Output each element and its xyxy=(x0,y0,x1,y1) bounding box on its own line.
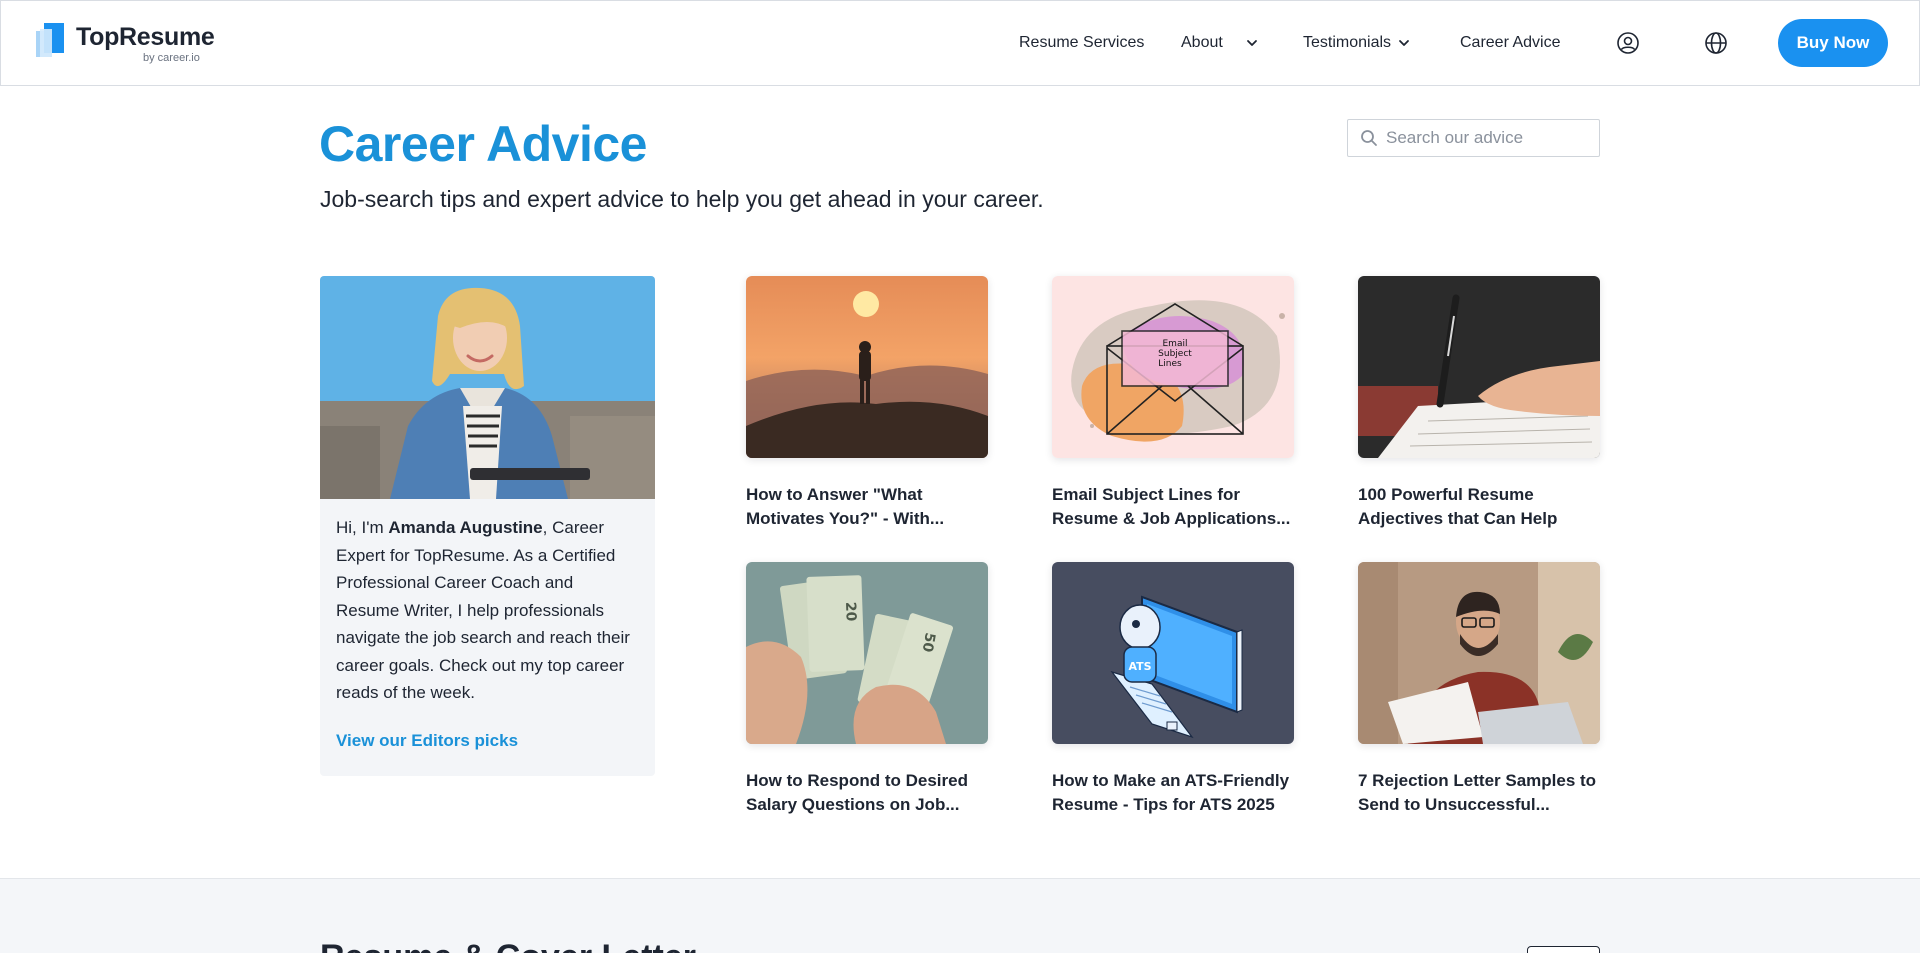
article-thumbnail: 20 50 xyxy=(746,562,988,744)
svg-text:ATS: ATS xyxy=(1128,660,1151,673)
search-box[interactable] xyxy=(1347,119,1600,157)
article-title[interactable]: How to Answer "What Motivates You?" - Wi… xyxy=(746,483,988,531)
nav-resume-services[interactable]: Resume Services xyxy=(1019,31,1144,55)
article-card[interactable]: 7 Rejection Letter Samples to Send to Un… xyxy=(1358,562,1600,817)
svg-text:Email: Email xyxy=(1163,339,1188,349)
section-button[interactable] xyxy=(1527,946,1600,953)
article-title[interactable]: 7 Rejection Letter Samples to Send to Un… xyxy=(1358,769,1600,817)
page-title: Career Advice xyxy=(319,116,647,172)
article-title[interactable]: 100 Powerful Resume Adjectives that Can … xyxy=(1358,483,1600,531)
article-card[interactable]: 100 Powerful Resume Adjectives that Can … xyxy=(1358,276,1600,531)
svg-text:Lines: Lines xyxy=(1158,359,1182,369)
article-card[interactable]: Email Subject Lines Email Subject Lines … xyxy=(1052,276,1294,531)
article-card[interactable]: How to Answer "What Motivates You?" - Wi… xyxy=(746,276,988,531)
logo[interactable]: TopResume by career.io xyxy=(34,19,224,65)
editor-card: Hi, I'm Amanda Augustine, Career Expert … xyxy=(320,276,655,776)
search-input[interactable] xyxy=(1386,128,1586,148)
article-thumbnail: ATS xyxy=(1052,562,1294,744)
article-thumbnail xyxy=(1358,562,1600,744)
article-title[interactable]: Email Subject Lines for Resume & Job App… xyxy=(1052,483,1294,531)
article-thumbnail xyxy=(1358,276,1600,458)
editors-picks-link[interactable]: View our Editors picks xyxy=(336,731,518,751)
nav-about[interactable]: About xyxy=(1181,31,1259,55)
nav-career-advice[interactable]: Career Advice xyxy=(1460,31,1561,55)
search-icon xyxy=(1361,130,1377,146)
next-section xyxy=(0,878,1920,953)
editor-photo xyxy=(320,276,655,499)
chevron-down-icon xyxy=(1246,40,1257,46)
nav-label: Testimonials xyxy=(1303,34,1392,51)
section-title: Resume & Cover Letter xyxy=(320,938,696,953)
article-title[interactable]: How to Respond to Desired Salary Questio… xyxy=(746,769,988,817)
svg-text:Subject: Subject xyxy=(1158,349,1192,359)
article-title[interactable]: How to Make an ATS-Friendly Resume - Tip… xyxy=(1052,769,1294,817)
brand-sub: by career.io xyxy=(143,52,200,64)
article-card[interactable]: 20 50 How to Respond to Desired Salary Q… xyxy=(746,562,988,817)
nav-label: About xyxy=(1181,34,1223,51)
nav-label: Resume Services xyxy=(1019,34,1145,51)
article-thumbnail: Email Subject Lines xyxy=(1052,276,1294,458)
site-header: TopResume by career.io Resume Services A… xyxy=(0,0,1920,86)
chevron-down-icon xyxy=(1399,40,1409,46)
page-subtitle: Job-search tips and expert advice to hel… xyxy=(320,186,1044,212)
globe-icon[interactable] xyxy=(1704,31,1728,55)
brand-name: TopResume xyxy=(76,23,215,51)
svg-text:20: 20 xyxy=(842,602,859,622)
buy-now-button[interactable]: Buy Now xyxy=(1778,19,1888,67)
nav-testimonials[interactable]: Testimonials xyxy=(1303,31,1411,55)
user-icon[interactable] xyxy=(1616,31,1640,55)
editor-name: Amanda Augustine xyxy=(388,518,543,537)
article-thumbnail xyxy=(746,276,988,458)
logo-icon xyxy=(36,23,64,57)
nav-label: Career Advice xyxy=(1460,34,1561,51)
editor-bio: Hi, I'm Amanda Augustine, Career Expert … xyxy=(336,518,630,702)
article-card[interactable]: ATS How to Make an ATS-Friendly Resume -… xyxy=(1052,562,1294,817)
svg-text:50: 50 xyxy=(919,631,938,653)
